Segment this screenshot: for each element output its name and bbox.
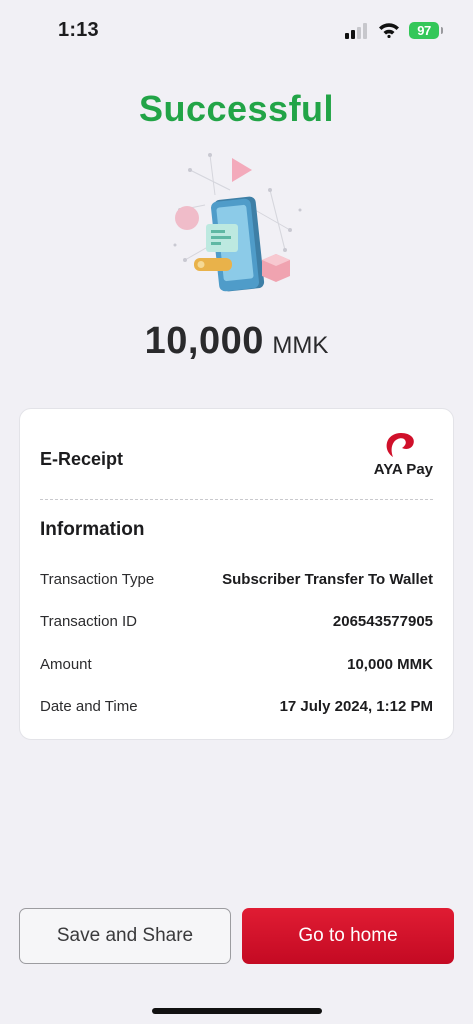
info-value: 206543577905 <box>332 612 433 630</box>
info-value: 10,000 MMK <box>347 655 433 673</box>
info-row-amount: Amount 10,000 MMK <box>40 652 433 676</box>
info-label: Date and Time <box>40 697 138 715</box>
battery-icon: 97 <box>409 22 443 39</box>
home-indicator[interactable] <box>152 1008 322 1014</box>
info-row-date-time: Date and Time 17 July 2024, 1:12 PM <box>40 694 433 718</box>
battery-level: 97 <box>417 23 431 38</box>
info-value: 17 July 2024, 1:12 PM <box>279 697 433 715</box>
info-row-transaction-id: Transaction ID 206543577905 <box>40 609 433 633</box>
ayapay-logo: AYA Pay <box>363 431 433 478</box>
status-bar: 1:13 97 <box>0 0 473 60</box>
info-label: Transaction ID <box>40 612 137 630</box>
ayapay-brand-text: AYA Pay <box>373 461 433 478</box>
phone-illustration <box>173 153 302 292</box>
success-title: Successful <box>138 88 335 129</box>
save-and-share-button[interactable]: Save and Share <box>19 908 231 964</box>
signal-icon <box>345 23 367 39</box>
dashed-divider <box>40 499 433 500</box>
wifi-icon <box>379 23 399 38</box>
info-label: Transaction Type <box>40 570 155 588</box>
amount-value: 10,000 <box>144 320 264 362</box>
info-label: Amount <box>40 655 92 673</box>
receipt-title: E-Receipt <box>40 449 124 469</box>
receipt-card: E-Receipt AYA Pay Information Transactio… <box>19 408 454 740</box>
amount-display: 10,000 MMK <box>0 320 473 363</box>
info-heading: Information <box>40 519 145 540</box>
status-time: 1:13 <box>58 19 99 41</box>
info-row-transaction-type: Transaction Type Subscriber Transfer To … <box>40 567 433 591</box>
ayapay-logo-icon <box>386 433 414 457</box>
go-to-home-button[interactable]: Go to home <box>242 908 454 964</box>
amount-currency: MMK <box>272 332 329 359</box>
info-value: Subscriber Transfer To Wallet <box>222 570 433 588</box>
